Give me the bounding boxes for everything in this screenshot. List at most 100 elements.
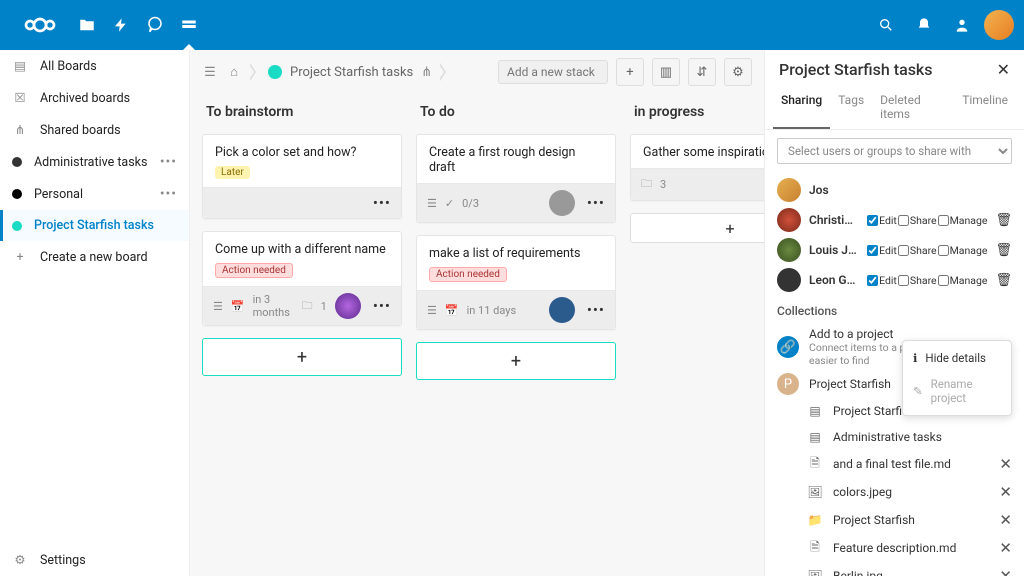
image-icon: 🖼 xyxy=(807,568,823,576)
trash-icon[interactable]: 🗑 xyxy=(995,213,1012,228)
search-icon[interactable] xyxy=(870,9,902,41)
remove-icon[interactable]: ✕ xyxy=(999,539,1012,557)
project-item[interactable]: 📁Project Starfish✕ xyxy=(777,506,1012,534)
card-more-icon[interactable]: ••• xyxy=(373,297,391,315)
hide-details-menuitem[interactable]: ℹHide details xyxy=(903,345,1011,371)
all-boards-nav[interactable]: ▤All Boards xyxy=(0,50,189,82)
card[interactable]: Come up with a different name Action nee… xyxy=(202,231,402,326)
item-label: Administrative tasks xyxy=(833,430,942,444)
board-label: Project Starfish tasks xyxy=(34,218,154,233)
board-color-dot xyxy=(12,189,22,199)
perm-manage[interactable]: Manage xyxy=(938,214,988,227)
remove-icon[interactable]: ✕ xyxy=(999,455,1012,473)
activity-nav-icon[interactable] xyxy=(104,0,138,50)
stack-title[interactable]: To do xyxy=(416,94,616,134)
share-with-select[interactable]: Select users or groups to share with xyxy=(777,138,1012,164)
assignee-avatar[interactable] xyxy=(335,293,361,319)
home-icon[interactable]: ⌂ xyxy=(226,64,242,80)
files-nav-icon[interactable] xyxy=(70,0,104,50)
deck-icon: ▤ xyxy=(807,403,823,419)
archive-icon: ☒ xyxy=(12,90,28,106)
close-icon[interactable]: ✕ xyxy=(997,60,1010,79)
collections-heading: Collections xyxy=(777,304,1012,318)
remove-icon[interactable]: ✕ xyxy=(999,567,1012,576)
perm-share[interactable]: Share xyxy=(898,274,937,287)
archive-toggle-button[interactable]: ▥ xyxy=(652,58,680,86)
item-label: colors.jpeg xyxy=(833,485,892,499)
card[interactable]: make a list of requirements Action neede… xyxy=(416,235,616,330)
project-item[interactable]: ▤Administrative tasks xyxy=(777,424,1012,450)
perm-manage[interactable]: Manage xyxy=(938,274,988,287)
add-card-button[interactable]: + xyxy=(630,213,764,243)
stack-brainstorm: To brainstorm Pick a color set and how? … xyxy=(202,94,402,380)
tab-deleted[interactable]: Deleted items xyxy=(872,85,954,129)
details-panel: Project Starfish tasks ✕ Sharing Tags De… xyxy=(764,50,1024,576)
trash-icon[interactable]: 🗑 xyxy=(995,243,1012,258)
project-item[interactable]: 🗎Feature description.md✕ xyxy=(777,534,1012,562)
card-more-icon[interactable]: ••• xyxy=(587,194,605,212)
create-board-label: Create a new board xyxy=(40,250,148,265)
sidebar-board-starfish[interactable]: Project Starfish tasks xyxy=(0,210,189,241)
settings-label: Settings xyxy=(40,553,86,568)
perm-share[interactable]: Share xyxy=(898,244,937,257)
all-boards-label: All Boards xyxy=(40,59,97,74)
deck-nav-icon[interactable] xyxy=(172,0,206,50)
assignee-avatar[interactable] xyxy=(549,190,575,216)
nextcloud-logo[interactable] xyxy=(10,15,70,35)
trash-icon[interactable]: 🗑 xyxy=(995,273,1012,288)
board-more-icon[interactable]: ••• xyxy=(160,154,177,170)
remove-icon[interactable]: ✕ xyxy=(999,511,1012,529)
menu-icon[interactable]: ☰ xyxy=(202,64,218,80)
notifications-icon[interactable] xyxy=(908,9,940,41)
card[interactable]: Gather some inspirational r… 🗀3 xyxy=(630,134,764,201)
add-card-button[interactable]: + xyxy=(202,338,402,376)
tab-sharing[interactable]: Sharing xyxy=(773,85,830,129)
perm-edit[interactable]: Edit xyxy=(867,274,897,287)
rename-project-menuitem[interactable]: ✎Rename project xyxy=(903,371,1011,411)
shared-boards-nav[interactable]: ⋔Shared boards xyxy=(0,114,189,146)
board-more-icon[interactable]: ••• xyxy=(160,186,177,202)
owner-row: Jos xyxy=(777,178,1012,202)
tab-tags[interactable]: Tags xyxy=(830,85,872,129)
remove-icon[interactable]: ✕ xyxy=(999,483,1012,501)
settings-nav[interactable]: ⚙Settings xyxy=(0,544,189,576)
card[interactable]: Create a first rough design draft ☰ ✓0/3… xyxy=(416,134,616,223)
sidebar-board-admin[interactable]: Administrative tasks ••• xyxy=(0,146,189,178)
add-stack-button[interactable]: + xyxy=(616,58,644,86)
share-user-row: Leon Green Edit Share Manage 🗑 xyxy=(777,268,1012,292)
perm-share[interactable]: Share xyxy=(898,214,937,227)
perm-manage[interactable]: Manage xyxy=(938,244,988,257)
compact-toggle-button[interactable]: ⇵ xyxy=(688,58,716,86)
stack-title[interactable]: To brainstorm xyxy=(202,94,402,134)
card[interactable]: Pick a color set and how? Later ••• xyxy=(202,134,402,219)
project-item[interactable]: 🖼colors.jpeg✕ xyxy=(777,478,1012,506)
add-stack-input[interactable] xyxy=(498,60,608,84)
board-toolbar: ☰ ⌂ Project Starfish tasks ⋔ + ▥ ⇵ ⚙ xyxy=(190,50,764,94)
archived-boards-nav[interactable]: ☒Archived boards xyxy=(0,82,189,114)
card-more-icon[interactable]: ••• xyxy=(373,194,391,212)
tab-timeline[interactable]: Timeline xyxy=(954,85,1016,129)
item-label: and a final test file.md xyxy=(833,457,951,471)
board-label: Personal xyxy=(34,187,83,202)
folder-icon: 🗀 xyxy=(302,297,313,316)
card-more-icon[interactable]: ••• xyxy=(587,301,605,319)
sidebar-board-personal[interactable]: Personal ••• xyxy=(0,178,189,210)
board-settings-button[interactable]: ⚙ xyxy=(724,58,752,86)
stack-title[interactable]: in progress xyxy=(630,94,764,134)
breadcrumb: Project Starfish tasks ⋔ xyxy=(268,65,432,80)
perm-edit[interactable]: Edit xyxy=(867,244,897,257)
contacts-icon[interactable] xyxy=(946,9,978,41)
talk-nav-icon[interactable] xyxy=(138,0,172,50)
folder-icon: 🗀 xyxy=(641,175,652,194)
user-avatar[interactable] xyxy=(984,10,1014,40)
board-main: ☰ ⌂ Project Starfish tasks ⋔ + ▥ ⇵ ⚙ To … xyxy=(190,50,764,576)
assignee-avatar[interactable] xyxy=(549,297,575,323)
add-card-button[interactable]: + xyxy=(416,342,616,380)
share-icon[interactable]: ⋔ xyxy=(421,65,432,80)
user-avatar-icon xyxy=(777,268,801,292)
board-label: Administrative tasks xyxy=(34,155,147,170)
project-item[interactable]: 🗎and a final test file.md✕ xyxy=(777,450,1012,478)
create-board-nav[interactable]: +Create a new board xyxy=(0,241,189,273)
perm-edit[interactable]: Edit xyxy=(867,214,897,227)
project-item[interactable]: 🖼Berlin.jpg✕ xyxy=(777,562,1012,576)
